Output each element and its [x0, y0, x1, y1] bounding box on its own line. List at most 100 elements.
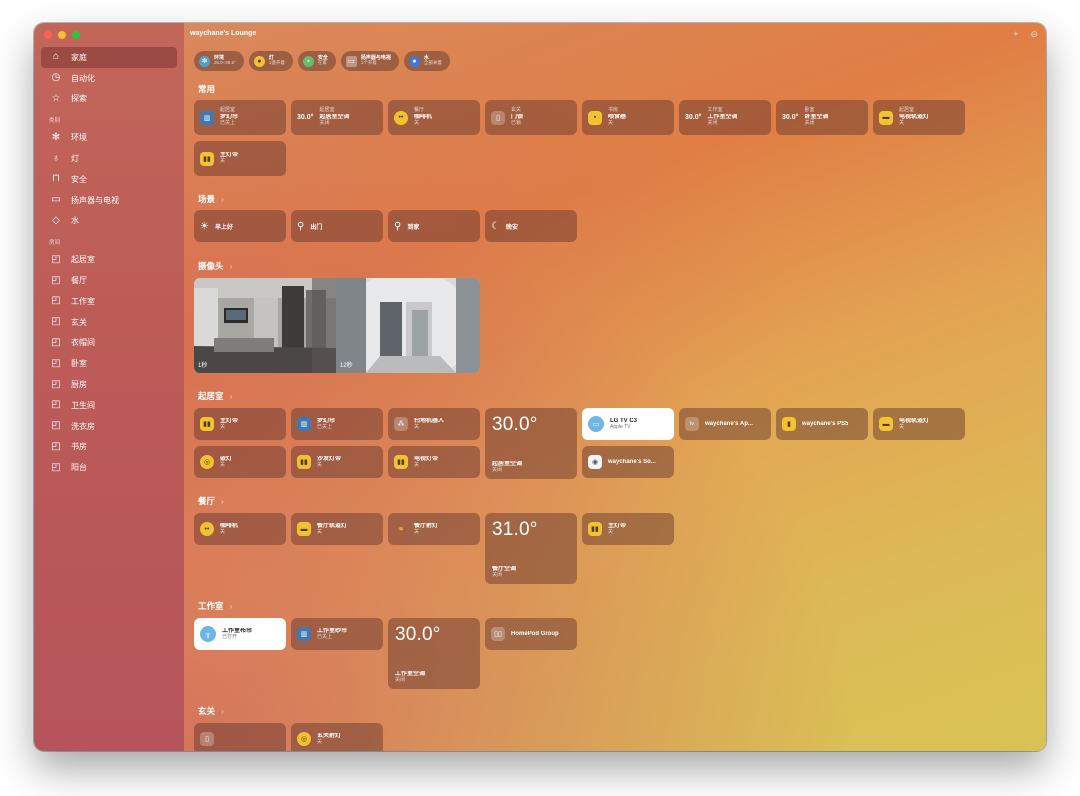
- living-ps5[interactable]: ▮ waychane's PS5: [776, 408, 868, 440]
- studio-fabric-curtain[interactable]: ╥ 工作室布帘 已打开: [194, 618, 286, 650]
- sidebar-item-room[interactable]: ◰ 工作室: [41, 291, 177, 312]
- camera-feed-entry[interactable]: 12秒: [336, 278, 480, 373]
- status-pills: ✻ 环境 26.0–35.5° ● 灯 1盏开着 ▪ 安全 在家 ▭ 扬声器与电视 1个…: [194, 51, 450, 71]
- dining-main-strip[interactable]: ▮▮ 主灯带关: [582, 513, 674, 545]
- sidebar-item-room[interactable]: ◰ 厨房: [41, 374, 177, 395]
- status-pill-water[interactable]: ● 水全部关着: [403, 51, 450, 71]
- section-living-title[interactable]: 起居室 ›: [198, 390, 232, 402]
- sidebar-item-room[interactable]: ◰ 衣帽间: [41, 333, 177, 354]
- living-main-strip[interactable]: ▮▮ 主灯带关: [194, 408, 286, 440]
- homepod-icon: ▯▯: [491, 627, 505, 641]
- sidebar-item-room[interactable]: ◰ 洗衣房: [41, 416, 177, 437]
- living-tv-track-light[interactable]: ▬ 电视轨道灯关: [873, 408, 965, 440]
- sidebar-item-label: 家庭: [71, 52, 87, 62]
- category-header: 类别: [49, 118, 61, 125]
- favorite-tile-coffee[interactable]: •• 餐厅 咖啡机关: [388, 100, 480, 135]
- lightbulb-icon: ●: [253, 55, 265, 67]
- section-studio-title[interactable]: 工作室 ›: [198, 600, 232, 612]
- lock-icon: ▪: [302, 55, 314, 67]
- robot-vacuum-icon: ⁂: [394, 417, 408, 431]
- sidebar-nav: ⌂ 家庭 ◷ 自动化 ☆ 探索 类别 ✻ 环境 ♁ 灯 ⊓ 安全 ▭ 扬声器与电…: [41, 47, 177, 478]
- favorite-tile-ac-living[interactable]: 30.0° 起居室 起居室空调 关闭: [291, 100, 383, 135]
- living-robot-vacuum[interactable]: ⁂ 扫地机器人关: [388, 408, 480, 440]
- tile-name: HomePod Group: [511, 630, 559, 637]
- sidebar-item-label: 自动化: [71, 73, 95, 83]
- fan-icon: ✻: [199, 55, 210, 67]
- more-icon[interactable]: ⊖: [1030, 29, 1038, 40]
- sidebar-item-climate[interactable]: ✻ 环境: [41, 127, 177, 148]
- status-pill-security[interactable]: ▪ 安全 在家: [297, 51, 336, 71]
- section-cameras-title[interactable]: 摄像头 ›: [198, 260, 232, 272]
- room-icon: ◰: [51, 420, 61, 432]
- section-entry-title[interactable]: 玄关 ›: [198, 705, 224, 717]
- living-lg-tv[interactable]: ▭ LG TV C3 Apple TV: [582, 408, 674, 440]
- sidebar-item-room[interactable]: ◰ 阳台: [41, 457, 177, 478]
- sidebar-item-speakers-tv[interactable]: ▭ 扬声器与电视: [41, 190, 177, 211]
- home-app-window: ⌂ 家庭 ◷ 自动化 ☆ 探索 类别 ✻ 环境 ♁ 灯 ⊓ 安全 ▭ 扬声器与电…: [34, 23, 1046, 751]
- studio-ac[interactable]: 30.0° 工作室空调 关闭: [388, 618, 480, 689]
- studio-homepod-group[interactable]: ▯▯ HomePod Group: [485, 618, 577, 650]
- sidebar-item-label: 卫生间: [71, 400, 95, 410]
- sidebar-item-room[interactable]: ◰ 玄关: [41, 312, 177, 333]
- fullscreen-button[interactable]: [72, 31, 80, 39]
- sidebar-item-security[interactable]: ⊓ 安全: [41, 169, 177, 190]
- room-icon: ◰: [51, 253, 61, 265]
- section-dining-title[interactable]: 餐厅 ›: [198, 495, 224, 507]
- favorite-tile-door-lock[interactable]: ▯ 玄关 门锁 已锁: [485, 100, 577, 135]
- section-scenes-title[interactable]: 场景 ›: [198, 193, 224, 205]
- entry-door-lock[interactable]: ▯: [194, 723, 286, 751]
- favorite-tile-main-strip[interactable]: ▮▮ 主灯带关: [194, 141, 286, 176]
- camera-feed-living[interactable]: 1秒: [194, 278, 336, 373]
- sidebar-item-room[interactable]: ◰ 餐厅: [41, 270, 177, 291]
- living-sonos[interactable]: ◉ waychane's So...: [582, 446, 674, 478]
- sidebar-item-discover[interactable]: ☆ 探索: [41, 89, 177, 110]
- scene-arrive[interactable]: ⚲ 到家: [388, 210, 480, 242]
- close-button[interactable]: [44, 31, 52, 39]
- status-pill-speakers[interactable]: ▭ 扬声器与电视 1个开着: [340, 51, 399, 71]
- scene-leave[interactable]: ⚲ 出门: [291, 210, 383, 242]
- section-label: 摄像头: [198, 261, 224, 271]
- status-pill-lights[interactable]: ● 灯 1盏开着: [248, 51, 293, 71]
- studio-sheer-curtain[interactable]: ▥ 工作室纱帘 已关上: [291, 618, 383, 650]
- dining-track-light[interactable]: ▬ 餐厅轨道灯关: [291, 513, 383, 545]
- living-curtain[interactable]: ▥ 梦幻帘 已关上: [291, 408, 383, 440]
- minimize-button[interactable]: [58, 31, 66, 39]
- living-sofa-strip[interactable]: ▮▮ 沙发灯带关: [291, 446, 383, 478]
- section-label: 餐厅: [198, 496, 216, 506]
- favorite-tile-ac-studio[interactable]: 30.0° 工作室 工作室空调 关闭: [679, 100, 771, 135]
- pill-sub: 在家: [317, 60, 327, 66]
- sidebar-item-room[interactable]: ◰ 卫生间: [41, 395, 177, 416]
- favorite-tile-ac-bedroom[interactable]: 30.0° 卧室 卧室空调 关闭: [776, 100, 868, 135]
- scene-good-night[interactable]: ☾ 晚安: [485, 210, 577, 242]
- star-icon: ☆: [51, 92, 61, 104]
- entry-spotlight[interactable]: ◎ 玄关射灯关: [291, 723, 383, 751]
- add-icon[interactable]: +: [1013, 29, 1018, 40]
- room-icon: ◰: [51, 336, 61, 348]
- living-apple-tv[interactable]: tv waychane's Ap...: [679, 408, 771, 440]
- game-console-icon: ▮: [782, 417, 796, 431]
- living-ac[interactable]: 30.0° 起居室空调 关闭: [485, 408, 577, 479]
- sidebar-item-room[interactable]: ◰ 书房: [41, 437, 177, 458]
- status-pill-climate[interactable]: ✻ 环境 26.0–35.5°: [194, 51, 244, 71]
- scene-good-morning[interactable]: ☀ 早上好: [194, 210, 286, 242]
- dining-spotlight[interactable]: ⚭ 餐厅射灯关: [388, 513, 480, 545]
- sidebar-item-lights[interactable]: ♁ 灯: [41, 148, 177, 169]
- sidebar-item-home[interactable]: ⌂ 家庭: [41, 47, 177, 68]
- scene-name: 到家: [407, 224, 420, 231]
- favorite-tile-curtain[interactable]: ▥ 起居室 梦幻帘 已关上: [194, 100, 286, 135]
- section-favorites-title: 常用: [198, 83, 215, 95]
- window-title: waychane's Lounge: [190, 30, 257, 37]
- sidebar-item-label: 玄关: [71, 317, 87, 327]
- tile-status: 关: [317, 738, 323, 745]
- favorite-tile-feeder[interactable]: ▪ 书房 喂食器关: [582, 100, 674, 135]
- living-tv-strip[interactable]: ▮▮ 电视灯带关: [388, 446, 480, 478]
- sidebar-item-water[interactable]: ◇ 水: [41, 211, 177, 232]
- sidebar-item-room[interactable]: ◰ 起居室: [41, 249, 177, 270]
- sidebar-item-room[interactable]: ◰ 卧室: [41, 353, 177, 374]
- favorite-tile-tv-track-light[interactable]: ▬ 起居室 电视轨道灯关: [873, 100, 965, 135]
- dining-ac[interactable]: 31.0° 餐厅空调 关闭: [485, 513, 577, 584]
- dining-coffee[interactable]: •• 咖啡机关: [194, 513, 286, 545]
- living-ceiling-light[interactable]: ◎ 嵌灯关: [194, 446, 286, 478]
- sidebar-item-automation[interactable]: ◷ 自动化: [41, 68, 177, 89]
- toolbar: + ⊖: [1013, 29, 1038, 40]
